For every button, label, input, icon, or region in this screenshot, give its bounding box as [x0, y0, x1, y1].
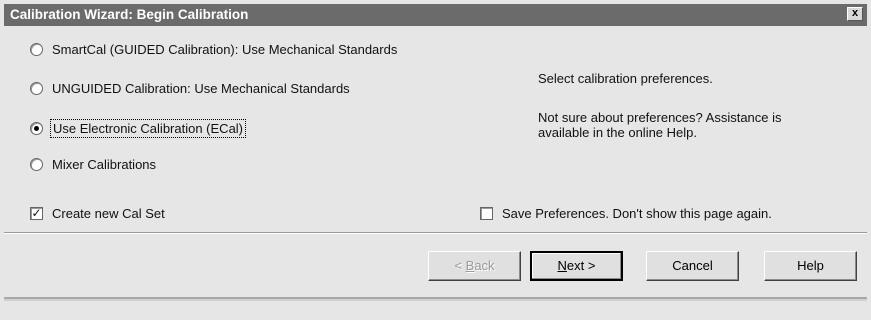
cancel-button-label: Cancel — [672, 258, 713, 273]
save-preferences-label: Save Preferences. Don't show this page a… — [502, 205, 772, 221]
next-button-mnemonic: N — [557, 258, 567, 273]
help-hint-line2: available in the online Help. — [538, 125, 697, 140]
back-button-prefix: < — [454, 258, 466, 273]
close-button[interactable]: x — [847, 7, 863, 21]
radio-button-ecal[interactable] — [30, 121, 43, 135]
radio-ecal[interactable]: Use Electronic Calibration (ECal) — [30, 118, 247, 138]
radio-label-unguided: UNGUIDED Calibration: Use Mechanical Sta… — [52, 80, 350, 96]
radio-label-ecal: Use Electronic Calibration (ECal) — [49, 118, 247, 138]
wizard-content: SmartCal (GUIDED Calibration): Use Mecha… — [4, 26, 867, 232]
close-icon: x — [851, 7, 859, 19]
create-cal-set-option[interactable]: ✓ Create new Cal Set — [30, 204, 165, 222]
radio-button-mixer[interactable] — [30, 157, 43, 171]
cancel-button[interactable]: Cancel — [646, 251, 739, 281]
radio-smartcal[interactable]: SmartCal (GUIDED Calibration): Use Mecha… — [30, 40, 397, 58]
create-cal-set-label: Create new Cal Set — [52, 205, 165, 221]
create-cal-set-checkbox[interactable]: ✓ — [30, 206, 43, 220]
title-bar: Calibration Wizard: Begin Calibration x — [4, 4, 867, 26]
radio-button-unguided[interactable] — [30, 81, 43, 95]
next-button-label: ext > — [566, 258, 596, 273]
window-title: Calibration Wizard: Begin Calibration — [10, 7, 249, 22]
radio-unguided[interactable]: UNGUIDED Calibration: Use Mechanical Sta… — [30, 79, 350, 97]
save-preferences-option[interactable]: Save Preferences. Don't show this page a… — [480, 204, 772, 222]
back-button-label: ack — [474, 258, 495, 273]
help-button-label: Help — [797, 258, 824, 273]
save-preferences-checkbox[interactable] — [480, 206, 493, 220]
preferences-hint: Select calibration preferences. — [538, 71, 713, 86]
bottom-strip — [0, 301, 871, 320]
footer-divider — [4, 232, 867, 234]
radio-button-smartcal[interactable] — [30, 42, 43, 56]
help-hint-line1: Not sure about preferences? Assistance i… — [538, 110, 782, 125]
radio-label-mixer: Mixer Calibrations — [52, 156, 157, 172]
radio-label-smartcal: SmartCal (GUIDED Calibration): Use Mecha… — [52, 41, 398, 57]
radio-mixer[interactable]: Mixer Calibrations — [30, 155, 156, 173]
calibration-wizard-window: Calibration Wizard: Begin Calibration x … — [0, 0, 871, 320]
back-button[interactable]: < Back — [428, 251, 521, 281]
next-button[interactable]: Next > — [530, 251, 623, 281]
help-button[interactable]: Help — [764, 251, 857, 281]
